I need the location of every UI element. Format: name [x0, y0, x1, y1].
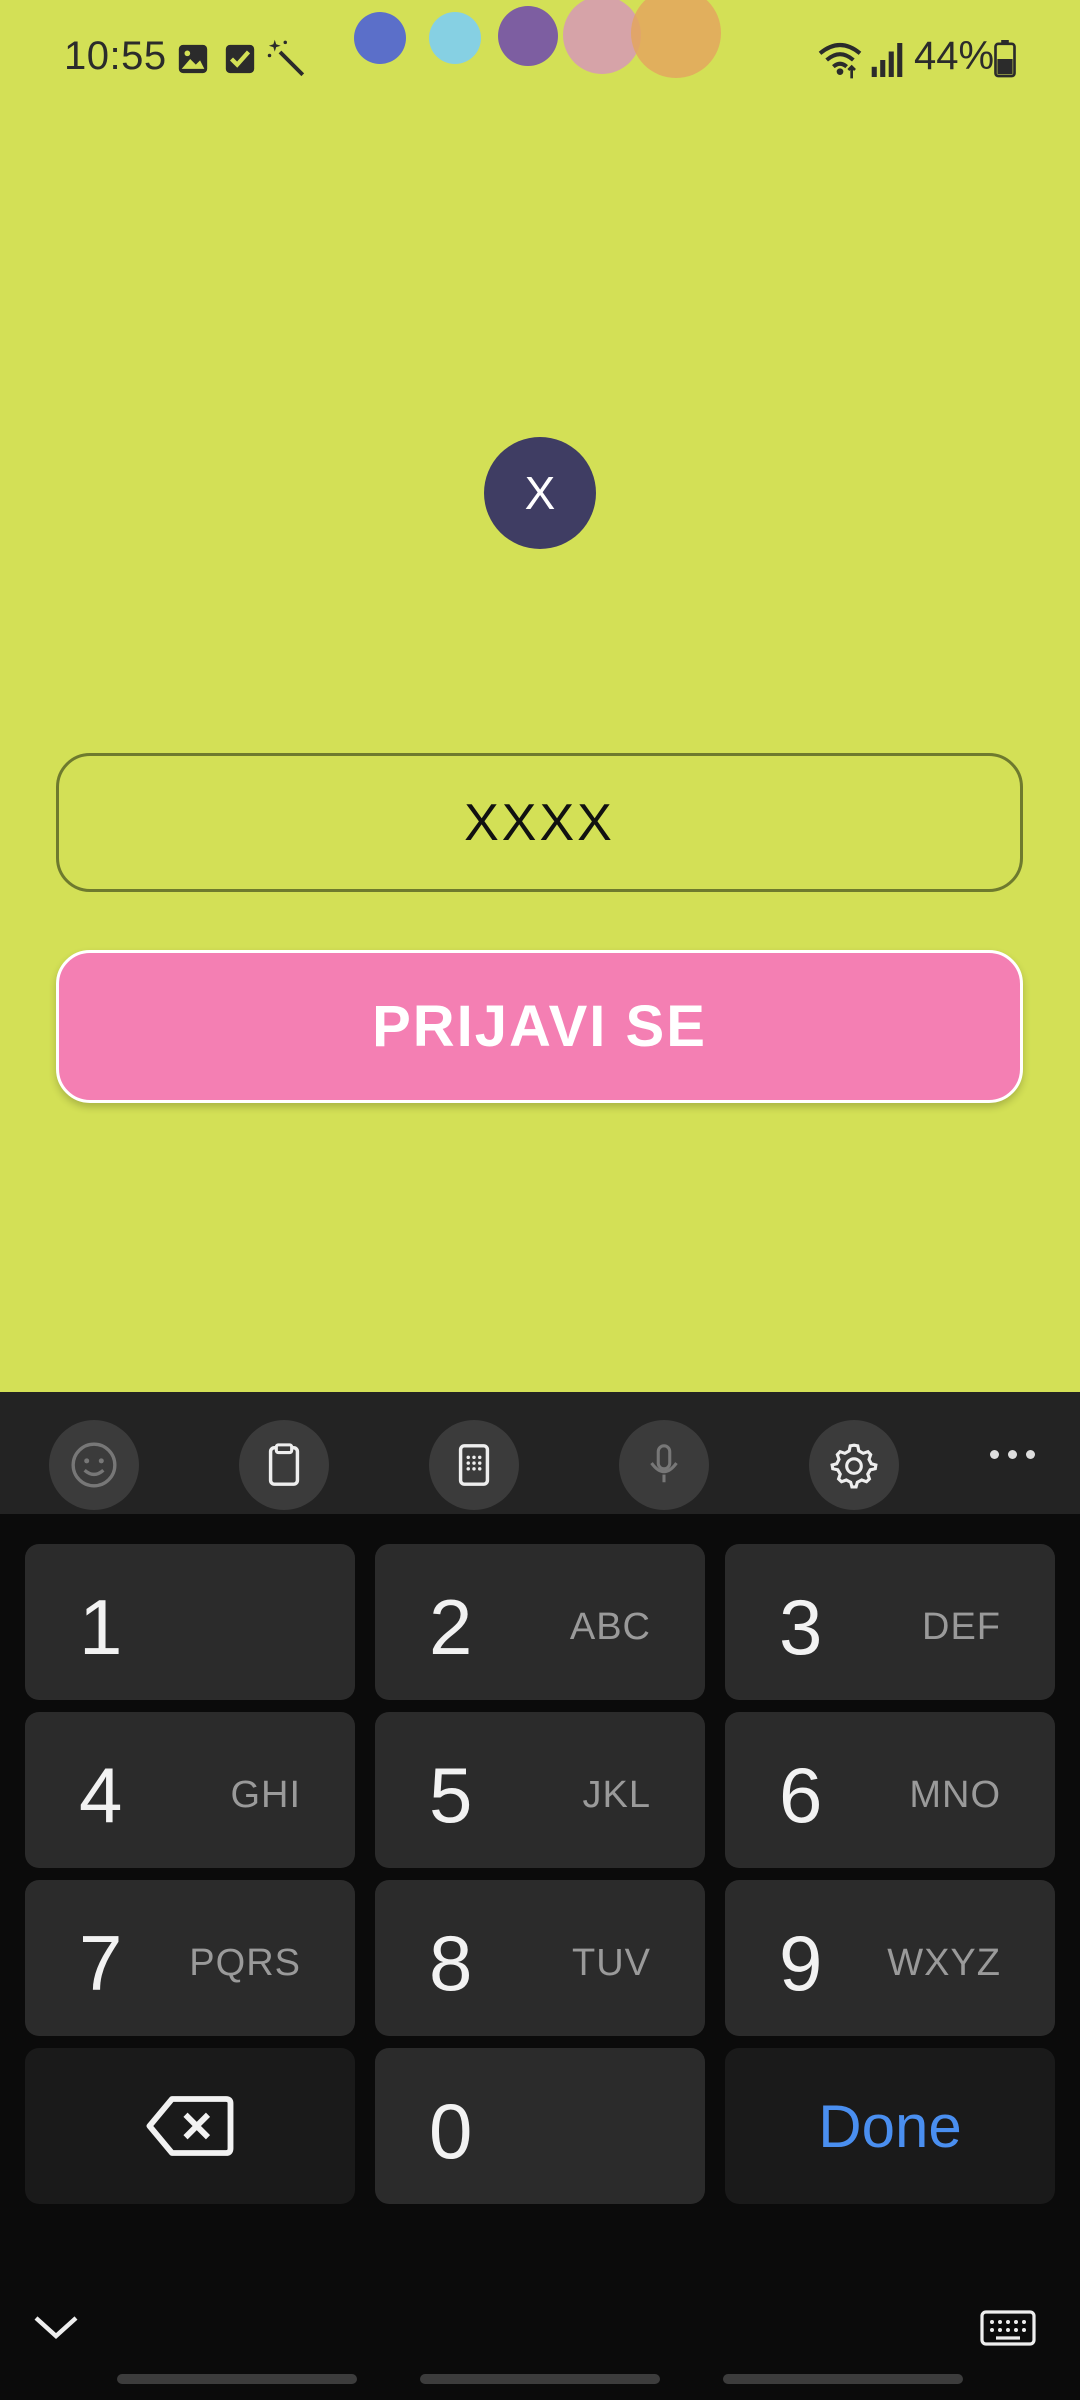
emoji-icon[interactable] [49, 1420, 139, 1510]
avatar: X [484, 437, 596, 549]
nav-bar-pill[interactable] [723, 2374, 963, 2384]
microphone-icon[interactable] [619, 1420, 709, 1510]
clipboard-icon[interactable] [239, 1420, 329, 1510]
battery-percent: 44% [914, 34, 995, 78]
status-time: 10:55 [64, 34, 167, 78]
status-dot [498, 6, 558, 66]
status-dot [429, 12, 481, 64]
done-key[interactable]: Done [725, 2048, 1055, 2204]
battery-icon [994, 40, 1016, 78]
key-9[interactable]: 9 WXYZ [725, 1880, 1055, 2036]
keypad-icon[interactable] [429, 1420, 519, 1510]
key-4[interactable]: 4 GHI [25, 1712, 355, 1868]
wifi-icon [818, 43, 862, 79]
settings-icon[interactable] [809, 1420, 899, 1510]
keyboard-toolbar [0, 1392, 1080, 1514]
signal-icon [871, 43, 903, 77]
gallery-icon [178, 44, 208, 74]
hide-keyboard-icon[interactable] [30, 2306, 82, 2346]
key-8[interactable]: 8 TUV [375, 1880, 705, 2036]
key-1[interactable]: 1 [25, 1544, 355, 1700]
pin-input[interactable]: XXXX [56, 753, 1023, 892]
status-dot [354, 12, 406, 64]
key-2[interactable]: 2 ABC [375, 1544, 705, 1700]
key-3[interactable]: 3 DEF [725, 1544, 1055, 1700]
keyboard-switch-icon[interactable] [980, 2310, 1036, 2346]
key-7[interactable]: 7 PQRS [25, 1880, 355, 2036]
numeric-keyboard: 1 2 ABC 3 DEF 4 GHI 5 JKL 6 MNO 7 PQRS 8… [0, 1392, 1080, 2400]
key-6[interactable]: 6 MNO [725, 1712, 1055, 1868]
magic-wand-icon [267, 39, 305, 77]
checkbox-icon [225, 44, 255, 74]
status-dot [563, 0, 641, 74]
login-button[interactable]: PRIJAVI SE [56, 950, 1023, 1103]
key-0[interactable]: 0 [375, 2048, 705, 2204]
status-dot [631, 0, 721, 78]
more-icon[interactable] [990, 1450, 1035, 1459]
status-bar: 10:55 44% [0, 0, 1080, 120]
key-5[interactable]: 5 JKL [375, 1712, 705, 1868]
nav-bar-pill[interactable] [420, 2374, 660, 2384]
backspace-key[interactable] [25, 2048, 355, 2204]
nav-bar-pill[interactable] [117, 2374, 357, 2384]
backspace-icon [146, 2096, 234, 2156]
